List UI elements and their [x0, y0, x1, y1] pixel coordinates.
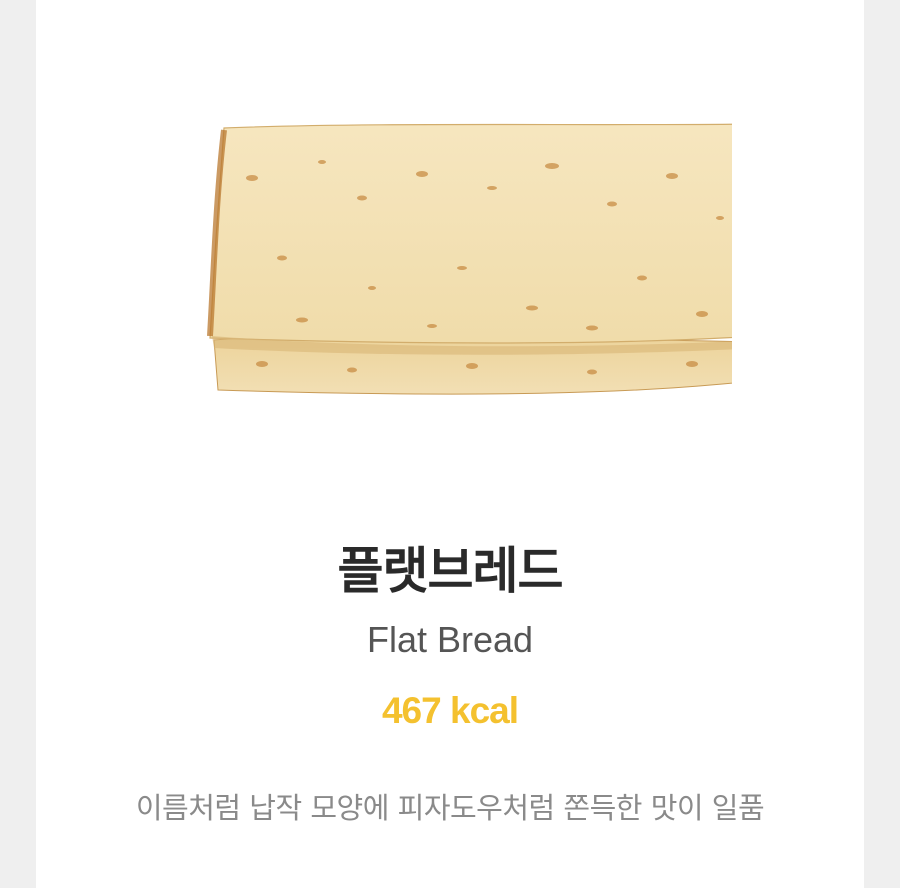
product-card: 플랫브레드 Flat Bread 467 kcal 이름처럼 납작 모양에 피자… [36, 0, 864, 888]
product-name-english: Flat Bread [366, 619, 534, 660]
product-calories: 467 kcal [381, 690, 519, 731]
flat-bread-image [207, 123, 732, 395]
product-description: 이름처럼 납작 모양에 피자도우처럼 쫀득한 맛이 일품 [135, 791, 765, 825]
product-name-korean: 플랫브레드 [337, 542, 564, 600]
